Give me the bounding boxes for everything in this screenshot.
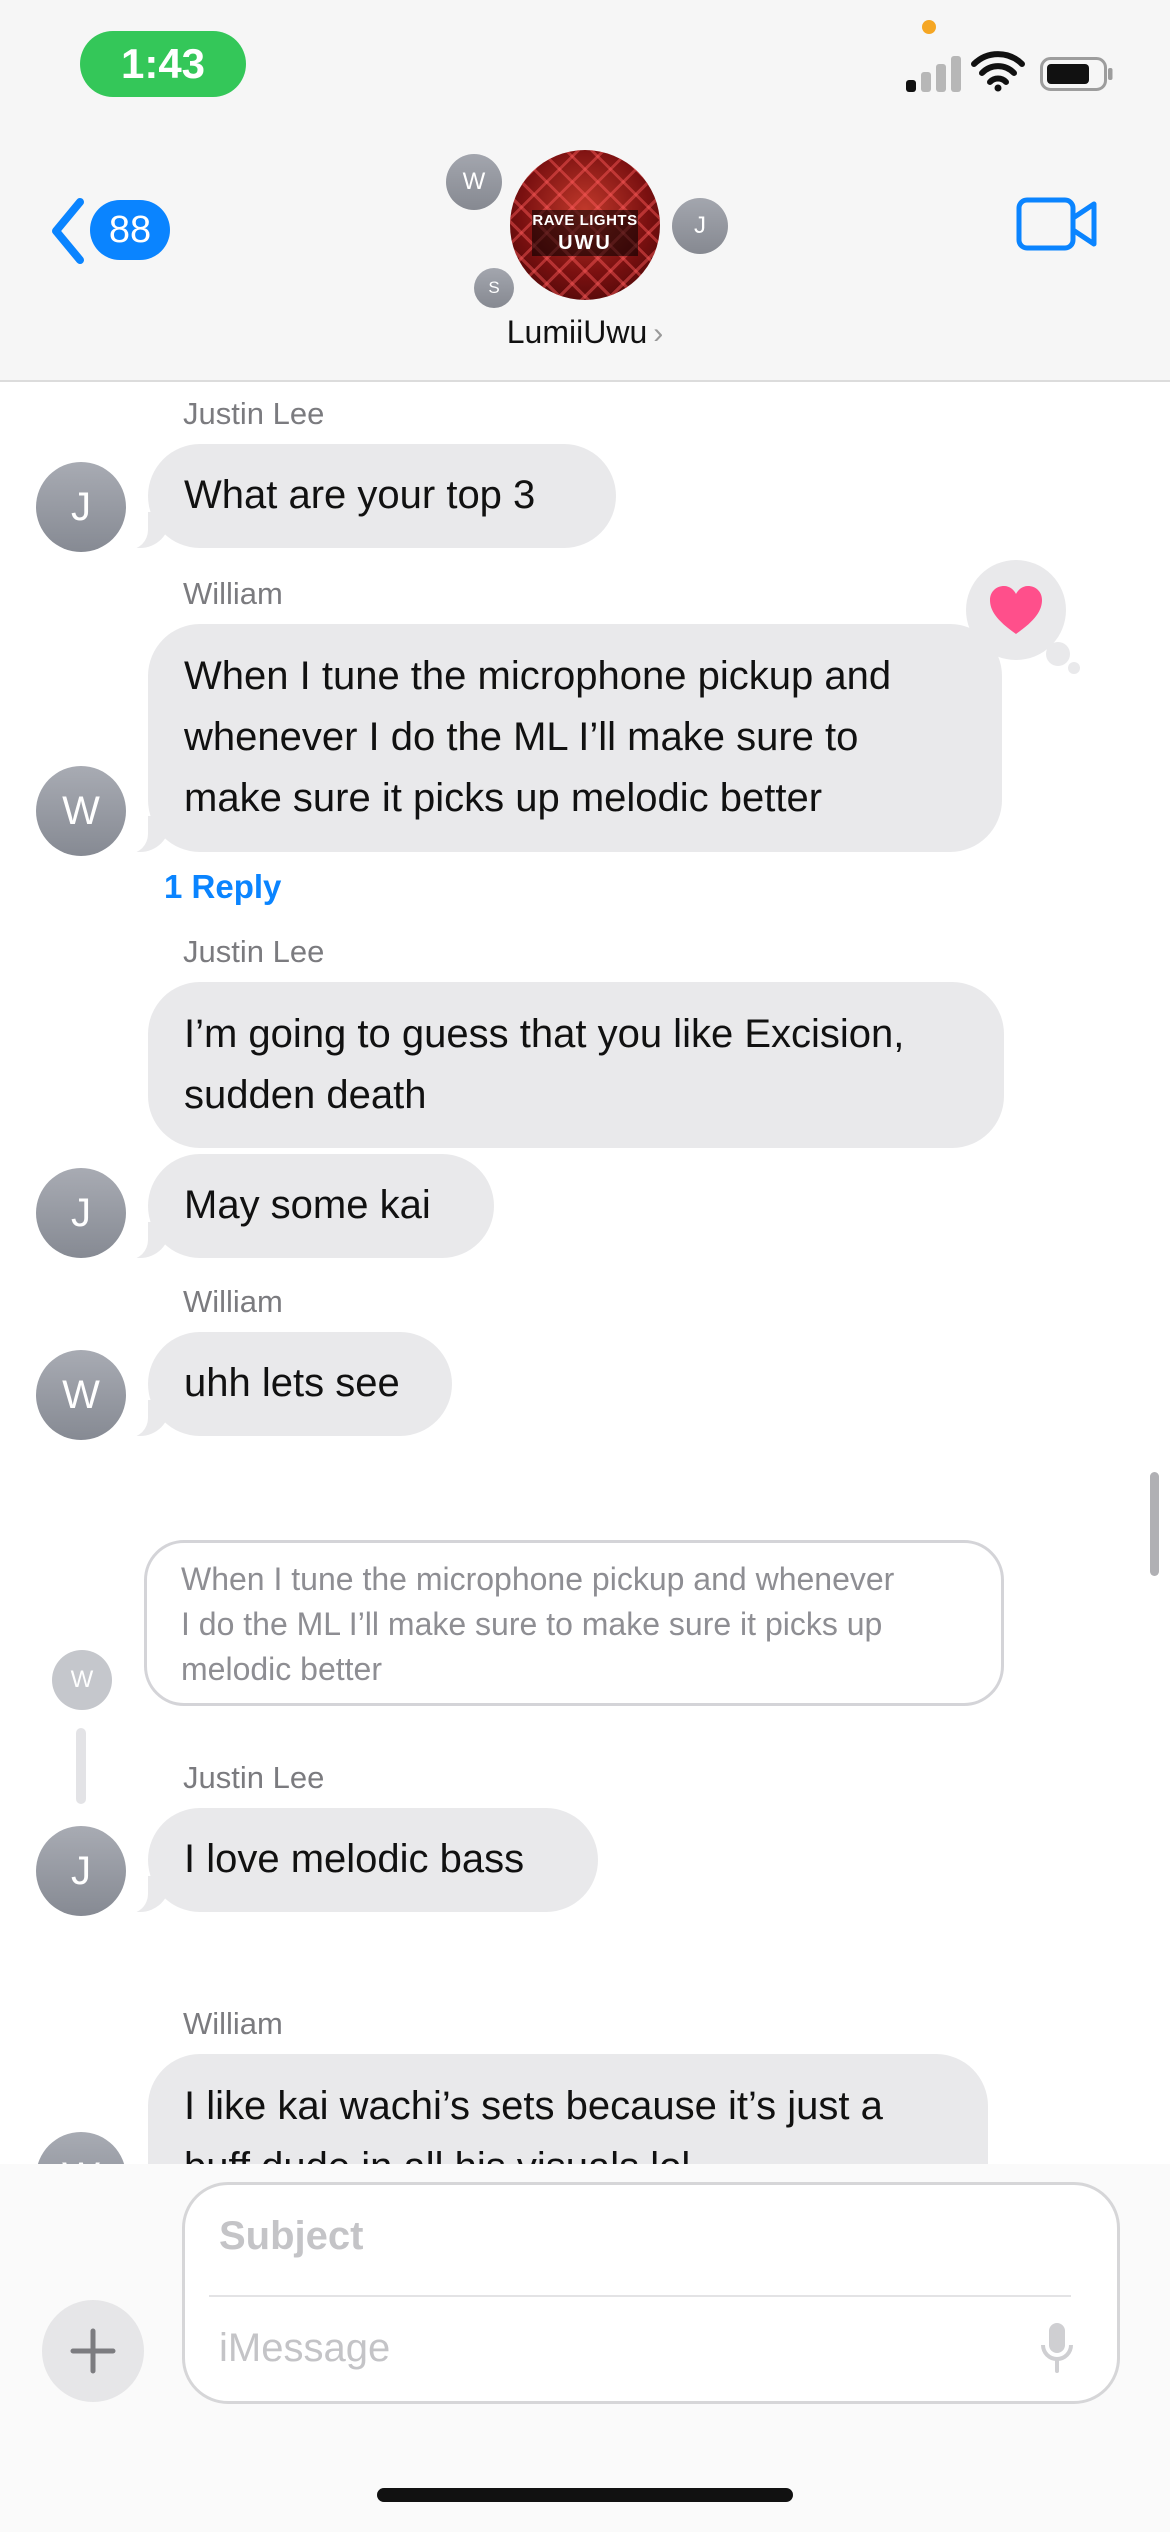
message-bubble[interactable]: I like kai wachi’s sets because it’s jus…	[148, 2054, 988, 2164]
message-text-line: make sure it picks up melodic better	[184, 776, 823, 820]
message-text: uhh lets see	[184, 1361, 400, 1405]
privacy-indicator	[922, 20, 936, 34]
message-text-line: whenever I do the ML I’ll make sure to	[184, 715, 859, 759]
add-attachment-button[interactable]	[42, 2300, 144, 2402]
sender-name: Justin Lee	[183, 396, 325, 431]
status-bar: 1:43	[0, 0, 1170, 130]
sender-name: William	[183, 576, 283, 611]
battery-icon	[1040, 57, 1113, 91]
message-input[interactable]	[219, 2313, 1039, 2383]
reply-count-link[interactable]: 1 Reply	[164, 868, 281, 906]
message-text-line: I like kai wachi’s sets because it’s jus…	[184, 2084, 883, 2128]
unread-count-badge: 88	[90, 200, 170, 260]
message-text-line: When I tune the microphone pickup and	[184, 654, 892, 698]
sender-avatar[interactable]: W	[36, 1350, 126, 1440]
reply-thread-line	[76, 1728, 86, 1804]
group-image-logo: RAVE LIGHTS UWU	[532, 210, 638, 256]
group-name-button[interactable]: LumiiUwu ›	[400, 314, 770, 351]
sender-avatar[interactable]: W	[36, 766, 126, 856]
scrollbar[interactable]	[1150, 1472, 1159, 1576]
compose-box	[182, 2182, 1120, 2404]
sender-avatar[interactable]: J	[36, 1168, 126, 1258]
message-text-line: sudden death	[184, 1073, 427, 1117]
member-avatar-s: S	[474, 268, 514, 308]
message-bubble[interactable]: uhh lets see	[122, 1332, 452, 1438]
message-bubble[interactable]: What are your top 3	[122, 444, 616, 550]
compose-divider	[209, 2295, 1071, 2297]
member-avatar-j: J	[672, 198, 728, 254]
sender-avatar[interactable]: J	[36, 1826, 126, 1916]
quoted-text-line: melodic better	[181, 1651, 382, 1687]
message-text-line: buff dude in all his visuals lol	[184, 2137, 952, 2164]
message-bubble[interactable]: When I tune the microphone pickup and wh…	[122, 624, 1002, 854]
wifi-icon	[971, 51, 1025, 92]
tapback-tail	[1046, 642, 1070, 666]
group-avatar[interactable]: RAVE LIGHTS UWU	[510, 150, 660, 300]
quoted-text-line: When I tune the microphone pickup and wh…	[181, 1561, 895, 1597]
sender-avatar[interactable]: J	[36, 462, 126, 552]
message-text: I love melodic bass	[184, 1837, 525, 1881]
microphone-icon[interactable]	[1037, 2317, 1077, 2377]
conversation-header: 88 W RAVE LIGHTS UWU J S LumiiUwu ›	[0, 130, 1170, 382]
plus-icon	[70, 2328, 116, 2374]
message-text-line: I’m going to guess that you like Excisio…	[184, 1012, 905, 1056]
sender-avatar[interactable]: W	[36, 2132, 126, 2164]
quoted-reply-preview[interactable]: When I tune the microphone pickup and wh…	[144, 1540, 1004, 1706]
group-image-text-line2: UWU	[558, 232, 612, 254]
group-name: LumiiUwu	[506, 314, 648, 350]
tapback-tail	[1068, 662, 1080, 674]
message-thread[interactable]: Justin Lee What are your top 3 J William…	[0, 382, 1170, 2164]
sender-name: Justin Lee	[183, 1760, 325, 1795]
chevron-right-icon: ›	[653, 317, 664, 350]
message-text: May some kai	[184, 1183, 431, 1227]
chevron-left-icon	[52, 198, 84, 264]
back-button[interactable]: 88	[48, 190, 178, 280]
message-bubble[interactable]: I’m going to guess that you like Excisio…	[148, 982, 1004, 1148]
member-avatar-w: W	[446, 154, 502, 210]
sender-name: Justin Lee	[183, 934, 325, 969]
cellular-signal-icon	[906, 54, 962, 92]
group-image-text-line1: RAVE LIGHTS	[532, 212, 638, 229]
sender-name: William	[183, 2006, 283, 2041]
status-time[interactable]: 1:43	[80, 31, 246, 97]
quoted-text-line: I do the ML I’ll make sure to make sure …	[181, 1606, 883, 1642]
video-call-button[interactable]	[1016, 194, 1098, 254]
message-text: What are your top 3	[184, 473, 536, 517]
home-indicator[interactable]	[377, 2488, 793, 2502]
sender-name: William	[183, 1284, 283, 1319]
compose-area	[0, 2164, 1170, 2532]
message-bubble[interactable]: May some kai	[122, 1154, 494, 1260]
message-bubble[interactable]: I love melodic bass	[122, 1808, 598, 1914]
subject-field[interactable]	[219, 2201, 1039, 2271]
quoted-sender-avatar: W	[52, 1650, 112, 1710]
